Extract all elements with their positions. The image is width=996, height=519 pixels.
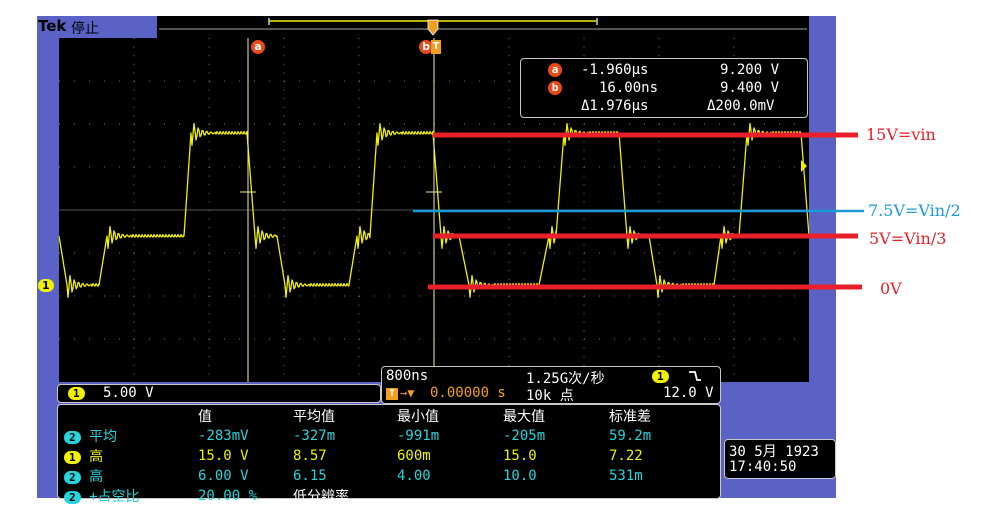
annotation-overlay xyxy=(413,132,864,290)
annotation-7v5: 7.5V=Vin/2 xyxy=(868,201,961,220)
annotation-5v: 5V=Vin/3 xyxy=(869,229,947,248)
annotation-15v: 15V=vin xyxy=(866,125,936,144)
annotation-0v: 0V xyxy=(880,279,902,298)
